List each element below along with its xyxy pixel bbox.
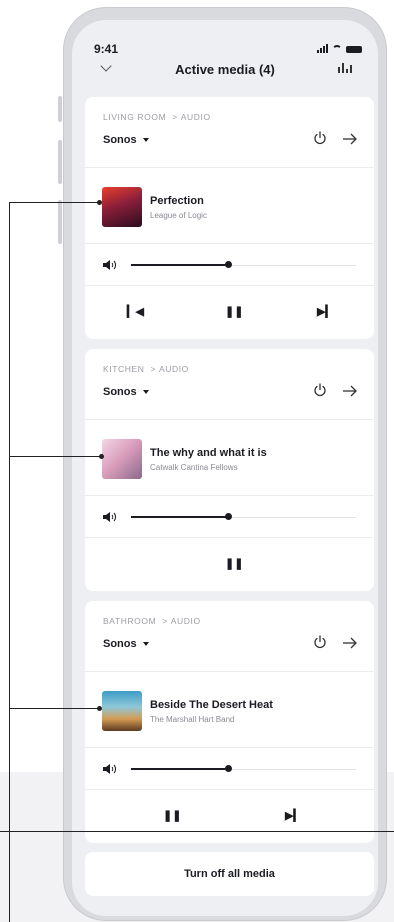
media-card-living-room: LIVING ROOM > AUDIO Sonos Perfection Lea… <box>85 97 374 339</box>
next-icon[interactable]: ▶▎ <box>317 305 334 318</box>
breadcrumb: BATHROOM > AUDIO <box>103 616 201 626</box>
track-artist: The Marshall Hart Band <box>150 715 235 724</box>
callout-dot <box>99 454 104 459</box>
volume-slider-fill <box>131 768 229 770</box>
equalizer-icon[interactable] <box>338 63 352 73</box>
divider <box>85 495 374 496</box>
page-title: Active media (4) <box>175 62 275 77</box>
device-selector[interactable]: Sonos <box>103 386 149 398</box>
power-icon[interactable] <box>313 635 327 649</box>
track-artist: League of Logic <box>150 211 207 220</box>
volume-slider-fill <box>131 516 229 518</box>
status-time: 9:41 <box>94 42 119 56</box>
track-title: The why and what it is <box>150 447 267 459</box>
volume-slider-knob[interactable] <box>225 513 232 520</box>
track-title: Perfection <box>150 195 204 207</box>
callout-line <box>0 831 394 832</box>
callout-line <box>9 202 10 922</box>
divider <box>85 789 374 790</box>
previous-icon[interactable]: ▎◀ <box>127 305 144 318</box>
media-card-kitchen: KITCHEN > AUDIO Sonos The why and what i… <box>85 349 374 591</box>
breadcrumb: KITCHEN > AUDIO <box>103 364 189 374</box>
divider <box>85 167 374 168</box>
device-selector[interactable]: Sonos <box>103 134 149 146</box>
device-selector[interactable]: Sonos <box>103 638 149 650</box>
caret-down-icon <box>142 138 149 143</box>
turn-off-all-button[interactable]: Turn off all media <box>85 852 374 896</box>
header: Active media (4) <box>72 60 378 82</box>
volume-icon <box>103 512 116 522</box>
media-card-bathroom: BATHROOM > AUDIO Sonos Beside The Desert… <box>85 601 374 843</box>
callout-line <box>9 456 101 457</box>
volume-slider-fill <box>131 264 229 266</box>
divider <box>85 243 374 244</box>
arrow-right-icon[interactable] <box>342 384 358 398</box>
next-icon[interactable]: ▶▎ <box>285 809 302 822</box>
phone-side-button <box>58 200 62 244</box>
arrow-right-icon[interactable] <box>342 636 358 650</box>
callout-line <box>9 202 99 203</box>
breadcrumb: LIVING ROOM > AUDIO <box>103 112 211 122</box>
volume-slider-knob[interactable] <box>225 765 232 772</box>
callout-line <box>9 708 99 709</box>
track-artist: Catwalk Cantina Fellows <box>150 463 238 472</box>
pause-icon[interactable]: ❚❚ <box>225 557 243 570</box>
divider <box>85 747 374 748</box>
signal-icon <box>317 44 328 53</box>
power-icon[interactable] <box>313 131 327 145</box>
caret-down-icon <box>142 642 149 647</box>
volume-icon <box>103 764 116 774</box>
divider <box>85 285 374 286</box>
album-art <box>102 439 142 479</box>
pause-icon[interactable]: ❚❚ <box>163 809 181 822</box>
divider <box>85 537 374 538</box>
pause-icon[interactable]: ❚❚ <box>225 305 243 318</box>
album-art <box>102 187 142 227</box>
arrow-right-icon[interactable] <box>342 132 358 146</box>
phone-side-button <box>58 96 62 122</box>
status-bar: 9:41 <box>94 42 362 58</box>
status-icons <box>317 44 362 53</box>
power-icon[interactable] <box>313 383 327 397</box>
callout-dot <box>97 200 102 205</box>
callout-dot <box>97 706 102 711</box>
caret-down-icon <box>142 390 149 395</box>
volume-icon <box>103 260 116 270</box>
phone-screen: 9:41 Active media (4) LIVING ROOM > AUDI… <box>72 20 378 916</box>
divider <box>85 671 374 672</box>
volume-slider-knob[interactable] <box>225 261 232 268</box>
track-title: Beside The Desert Heat <box>150 699 273 711</box>
wifi-icon <box>332 45 342 53</box>
album-art <box>102 691 142 731</box>
divider <box>85 419 374 420</box>
phone-side-button <box>58 140 62 184</box>
battery-icon <box>346 46 362 53</box>
